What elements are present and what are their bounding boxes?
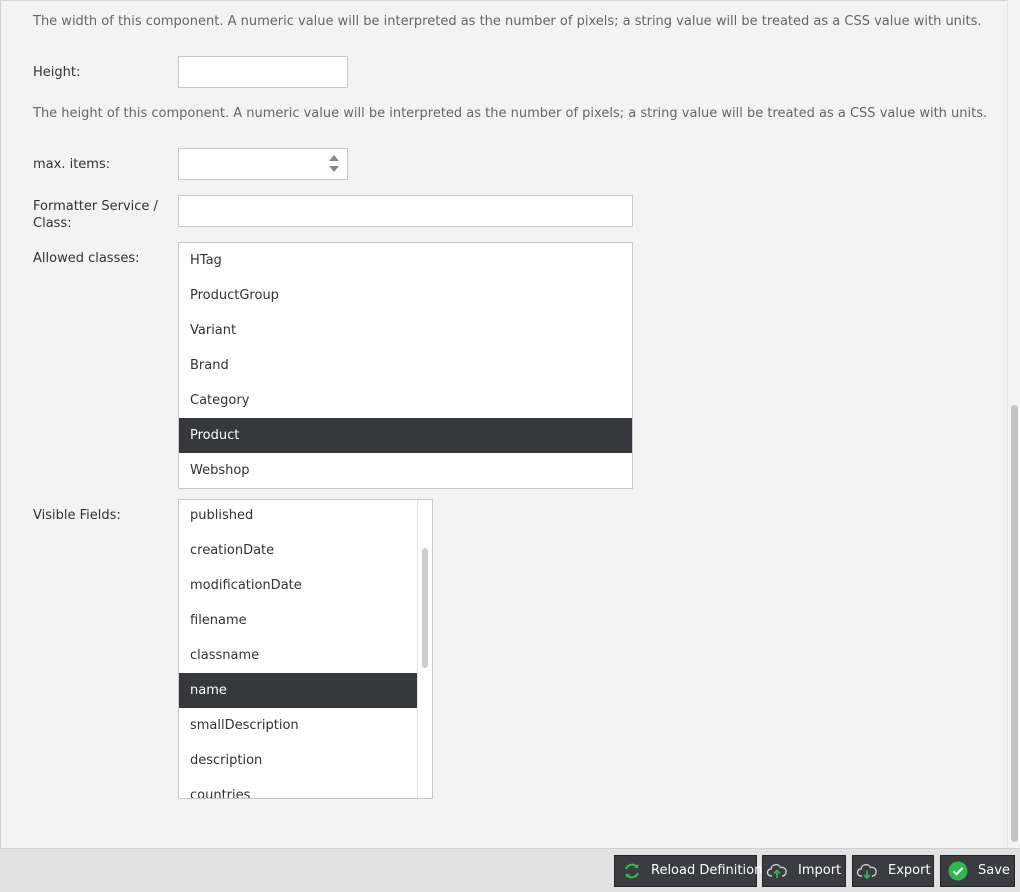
list-item[interactable]: modificationDate xyxy=(179,568,417,603)
stepper-arrows-icon[interactable] xyxy=(329,155,339,175)
list-item[interactable]: smallDescription xyxy=(179,708,417,743)
save-label: Save xyxy=(978,863,1010,878)
list-item[interactable]: Webshop xyxy=(179,453,632,488)
height-label: Height: xyxy=(33,65,81,80)
list-item[interactable]: ProductGroup xyxy=(179,278,632,313)
reload-icon xyxy=(625,863,639,879)
visible-fields-list[interactable]: published creationDate modificationDate … xyxy=(178,499,433,799)
stepper-up-icon[interactable] xyxy=(329,155,339,161)
cloud-upload-icon xyxy=(766,863,787,878)
list-item-selected[interactable]: name xyxy=(179,673,417,708)
list-item[interactable]: HTag xyxy=(179,243,632,278)
list-item[interactable]: countries xyxy=(179,778,417,798)
list-item[interactable]: description xyxy=(179,743,417,778)
formatter-label: Formatter Service / Class: xyxy=(33,198,158,232)
save-button[interactable]: Save xyxy=(940,855,1015,887)
page-scrollbar-thumb[interactable] xyxy=(1011,405,1018,842)
list-item[interactable]: Brand xyxy=(179,348,632,383)
max-items-label: max. items: xyxy=(33,157,111,172)
cloud-download-icon xyxy=(856,863,877,880)
export-label: Export xyxy=(888,863,931,878)
formatter-label-line1: Formatter Service / xyxy=(33,199,158,214)
list-scrollbar-thumb[interactable] xyxy=(422,548,428,668)
list-item[interactable]: creationDate xyxy=(179,533,417,568)
list-item-selected[interactable]: Product xyxy=(179,418,632,453)
list-item[interactable]: classname xyxy=(179,638,417,673)
check-circle-icon xyxy=(948,861,968,881)
stepper-down-icon[interactable] xyxy=(329,166,339,172)
page-scrollbar[interactable] xyxy=(1007,0,1020,848)
formatter-input[interactable] xyxy=(178,195,633,227)
height-input[interactable] xyxy=(178,56,348,88)
list-scrollbar[interactable] xyxy=(417,500,432,798)
list-item[interactable]: Category xyxy=(179,383,632,418)
list-item[interactable]: published xyxy=(179,500,417,533)
footer-toolbar: Reload Definition Import Export Save xyxy=(0,848,1020,892)
class-definition-panel: The width of this component. A numeric v… xyxy=(0,0,1020,848)
height-description: The height of this component. A numeric … xyxy=(33,106,988,121)
import-button[interactable]: Import xyxy=(762,855,846,887)
width-description: The width of this component. A numeric v… xyxy=(33,14,982,29)
max-items-stepper[interactable] xyxy=(178,148,348,180)
visible-fields-label: Visible Fields: xyxy=(33,508,121,523)
export-button[interactable]: Export xyxy=(852,855,934,887)
list-item[interactable]: filename xyxy=(179,603,417,638)
reload-definition-label: Reload Definition xyxy=(651,863,763,878)
import-label: Import xyxy=(798,863,842,878)
allowed-classes-list[interactable]: HTag ProductGroup Variant Brand Category… xyxy=(178,242,633,489)
reload-definition-button[interactable]: Reload Definition xyxy=(614,855,762,887)
list-item[interactable]: Variant xyxy=(179,313,632,348)
formatter-label-line2: Class: xyxy=(33,216,72,231)
allowed-classes-label: Allowed classes: xyxy=(33,251,140,266)
